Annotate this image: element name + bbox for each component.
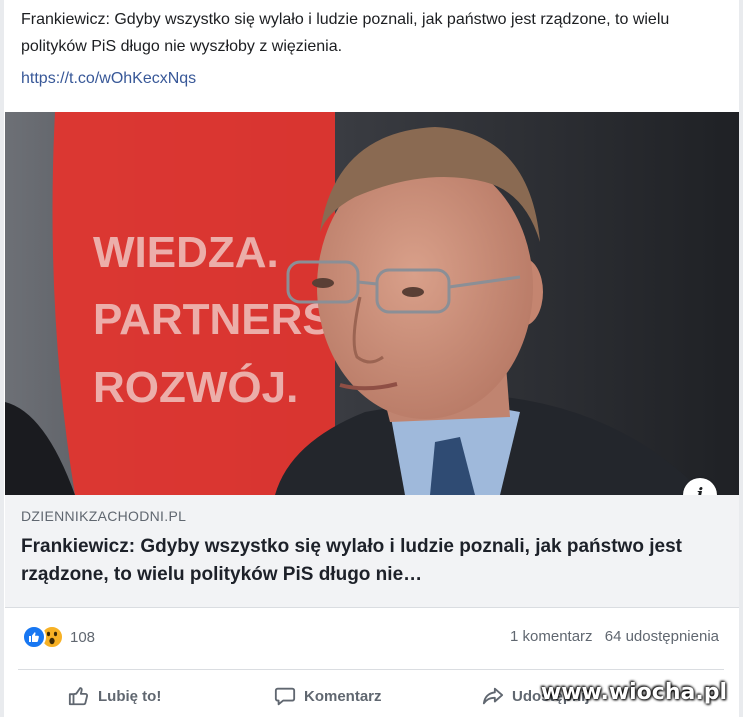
share-icon <box>482 687 504 705</box>
like-button-label: Lubię to! <box>98 687 162 705</box>
reaction-count: 108 <box>70 628 96 646</box>
engagement-counts: 1 komentarz 64 udostępnienia <box>510 628 719 645</box>
comment-button-label: Komentarz <box>304 687 382 705</box>
article-photo[interactable]: WIEDZA. PARTNERST ROZWÓJ. <box>5 112 739 495</box>
banner-text-3: ROZWÓJ. <box>93 362 298 412</box>
comments-count[interactable]: 1 komentarz <box>510 628 593 645</box>
facebook-post-card: Frankiewicz: Gdyby wszystko się wylało i… <box>4 0 739 717</box>
post-link[interactable]: https://t.co/wOhKecxNqs <box>21 70 196 88</box>
photo-illustration: WIEDZA. PARTNERST ROZWÓJ. <box>5 112 739 495</box>
post-stats: 108 1 komentarz 64 udostępnienia <box>4 612 739 664</box>
actions-divider <box>18 669 724 670</box>
comment-icon <box>274 687 296 706</box>
banner-text-1: WIEDZA. <box>93 228 279 277</box>
like-button[interactable]: Lubię to! <box>68 675 161 717</box>
link-preview[interactable]: DZIENNIKZACHODNI.PL Frankiewicz: Gdyby w… <box>5 495 739 608</box>
reactions-summary[interactable]: 108 <box>22 625 95 649</box>
comment-button[interactable]: Komentarz <box>274 675 382 717</box>
preview-domain: DZIENNIKZACHODNI.PL <box>21 508 187 524</box>
thumbs-up-icon <box>68 687 89 706</box>
preview-headline[interactable]: Frankiewicz: Gdyby wszystko się wylało i… <box>21 533 711 589</box>
post-text: Frankiewicz: Gdyby wszystko się wylało i… <box>21 11 670 55</box>
like-icon <box>22 625 46 649</box>
shares-count[interactable]: 64 udostępnienia <box>605 628 719 645</box>
site-watermark: www.wiocha.pl <box>540 680 727 705</box>
